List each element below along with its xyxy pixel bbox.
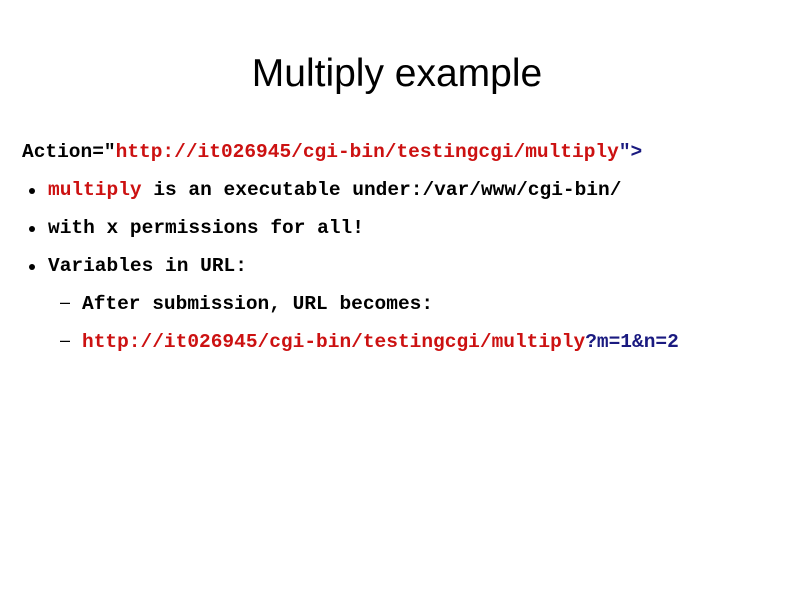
dash-icon: – [60, 292, 71, 312]
sub-bullet-2: http://it026945/cgi-bin/testingcgi/multi… [82, 331, 679, 353]
bullet-item-3: Variables in URL: [48, 255, 247, 277]
bullet-item-1: multiply is an executable under:/var/www… [48, 179, 621, 201]
dash-icon: – [60, 330, 71, 350]
bullet-icon [29, 226, 35, 232]
action-line: Action="http://it026945/cgi-bin/testingc… [22, 141, 642, 163]
action-url: http://it026945/cgi-bin/testingcgi/multi… [115, 141, 619, 163]
bullet-icon [29, 188, 35, 194]
sub-bullet-1: After submission, URL becomes: [82, 293, 434, 315]
action-suffix: "> [618, 141, 643, 163]
executable-name: multiply [48, 179, 142, 201]
bullet-icon [29, 264, 35, 270]
bullet-item-2: with x permissions for all! [48, 217, 364, 239]
bullet-text: is an executable under:/var/www/cgi-bin/ [141, 179, 622, 201]
result-url: http://it026945/cgi-bin/testingcgi/multi… [82, 331, 586, 353]
action-prefix: Action=" [22, 141, 116, 163]
query-string: ?m=1&n=2 [585, 331, 679, 353]
slide-title: Multiply example [251, 52, 543, 95]
